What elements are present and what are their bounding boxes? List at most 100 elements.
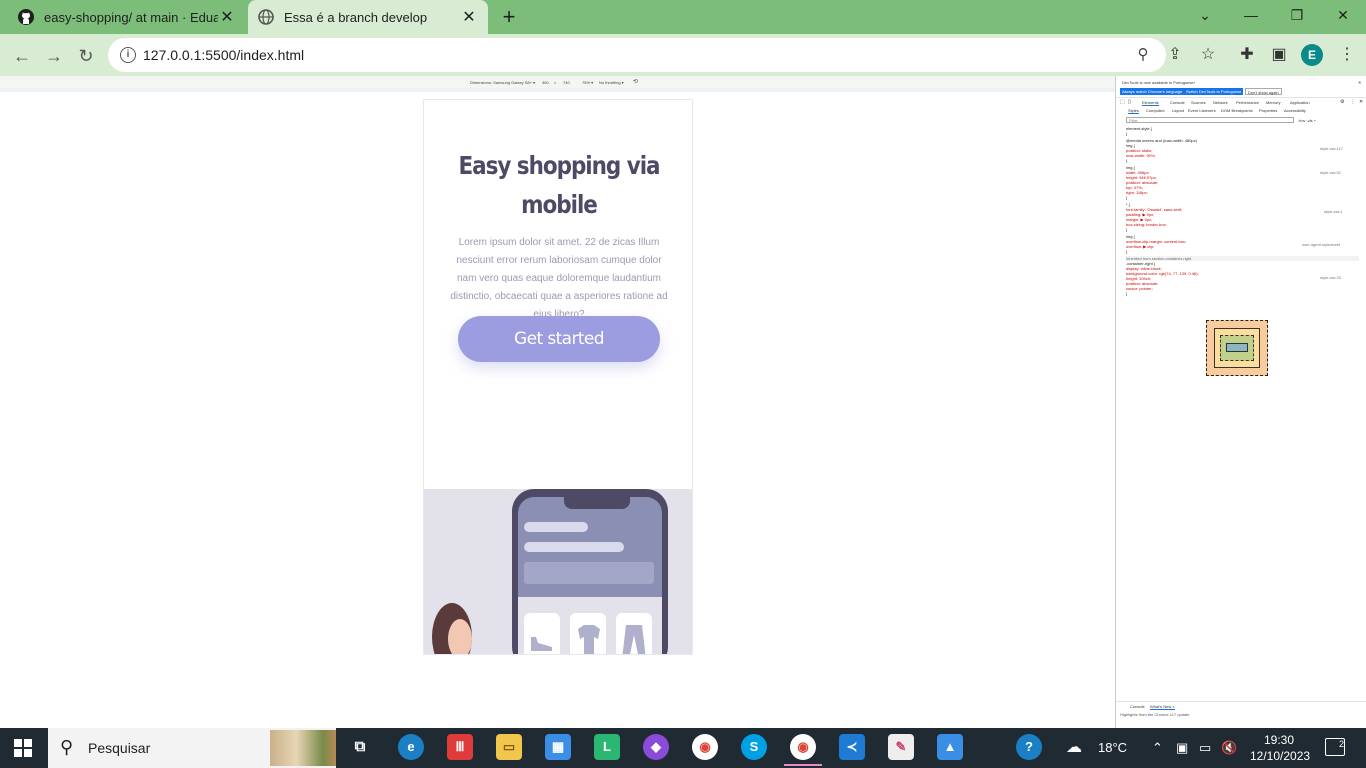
devtools-panel: DevTools is now available in Portuguese!… bbox=[1115, 76, 1366, 728]
tab-application[interactable]: Application bbox=[1290, 100, 1310, 105]
photos-icon[interactable]: ▲ bbox=[937, 734, 963, 760]
tab-sources[interactable]: Sources bbox=[1191, 100, 1206, 105]
device-height[interactable]: 740 bbox=[563, 80, 570, 85]
always-match-language-button[interactable]: Always match Chrome's language bbox=[1120, 88, 1185, 95]
styles-filter-input[interactable]: Filter bbox=[1126, 117, 1294, 123]
menu-kebab-icon[interactable]: ⋮ bbox=[1336, 44, 1358, 66]
tab-network[interactable]: Network bbox=[1213, 100, 1228, 105]
rule-source-link[interactable]: style.css:52 bbox=[1320, 170, 1341, 175]
share-icon[interactable]: ⇪ bbox=[1164, 44, 1186, 66]
styles-filter-tools[interactable]: :hov .cls + bbox=[1298, 118, 1316, 123]
task-view-icon[interactable]: ⧉ bbox=[347, 734, 373, 760]
tab-elements[interactable]: Elements bbox=[1142, 100, 1159, 106]
tray-chevron-icon[interactable]: ⌃ bbox=[1152, 740, 1163, 756]
get-started-button[interactable]: Get started bbox=[458, 316, 660, 362]
weather-cloud-icon[interactable]: ☁ bbox=[1066, 737, 1082, 757]
rotate-icon[interactable]: ⟲ bbox=[633, 78, 638, 85]
battery-icon[interactable]: ▭ bbox=[1199, 740, 1211, 756]
edge-icon[interactable]: e bbox=[398, 734, 424, 760]
style-rule-line[interactable]: } bbox=[1126, 131, 1127, 136]
file-explorer-icon[interactable]: ▭ bbox=[496, 734, 522, 760]
reload-icon[interactable]: ↻ bbox=[73, 43, 99, 69]
style-rule-line[interactable]: Inherited from section.container-right bbox=[1126, 256, 1359, 261]
rule-source-link[interactable]: style.css:117 bbox=[1320, 146, 1343, 151]
vscode-icon[interactable]: ≺ bbox=[839, 734, 865, 760]
devtools-close-icon[interactable]: ✕ bbox=[1359, 99, 1363, 105]
taskbar-search-box[interactable]: ⚲ Pesquisar bbox=[48, 728, 336, 768]
tab-memory[interactable]: Memory bbox=[1266, 100, 1280, 105]
chrome-icon[interactable]: ◉ bbox=[692, 734, 718, 760]
window-close-icon[interactable]: ✕ bbox=[1320, 0, 1366, 30]
tab-console[interactable]: Console bbox=[1170, 100, 1185, 105]
site-info-icon[interactable]: i bbox=[120, 47, 136, 63]
volume-muted-icon[interactable]: 🔇 bbox=[1221, 740, 1237, 756]
subtab-event-listeners[interactable]: Event Listeners bbox=[1188, 108, 1216, 113]
search-icon: ⚲ bbox=[60, 737, 74, 757]
extensions-icon[interactable]: ✚ bbox=[1236, 44, 1258, 66]
help-icon[interactable]: ? bbox=[1016, 734, 1042, 760]
style-rule-line[interactable]: } bbox=[1126, 227, 1127, 232]
subtab-styles[interactable]: Styles bbox=[1128, 108, 1139, 114]
style-rule-line[interactable]: right: 118px; bbox=[1126, 190, 1148, 195]
chrome-profile-icon[interactable]: ◉ bbox=[784, 734, 822, 766]
url-text[interactable]: 127.0.0.1:5500/index.html bbox=[143, 47, 304, 63]
style-rule-line[interactable]: overflow: ▶ clip; bbox=[1126, 244, 1154, 249]
subtab-properties[interactable]: Properties bbox=[1259, 108, 1277, 113]
style-rule-line[interactable]: @media screen and (max-width: 480px) bbox=[1126, 138, 1197, 143]
windows-start-icon[interactable] bbox=[14, 739, 32, 757]
restore-icon[interactable]: ❐ bbox=[1274, 0, 1320, 30]
address-bar[interactable]: i 127.0.0.1:5500/index.html ⚲ bbox=[108, 38, 1166, 72]
taskbar-clock[interactable]: 19:30 12/10/2023 bbox=[1250, 732, 1310, 764]
style-rule-line[interactable]: box-sizing: border-box; bbox=[1126, 222, 1167, 227]
app-red-icon[interactable]: Ⅲ bbox=[447, 734, 473, 760]
close-icon[interactable]: ✕ bbox=[460, 7, 478, 27]
drawer-tab-whats-new[interactable]: What's New × bbox=[1150, 704, 1175, 710]
close-icon[interactable]: ✕ bbox=[218, 7, 236, 27]
notifications-icon[interactable]: 2 bbox=[1325, 738, 1345, 756]
tab-search-chevron-icon[interactable]: ⌄ bbox=[1182, 0, 1228, 30]
style-rule-line[interactable]: } bbox=[1126, 158, 1127, 163]
paint-icon[interactable]: ✎ bbox=[888, 734, 914, 760]
style-rule-line[interactable]: element.style { bbox=[1126, 126, 1152, 131]
style-rule-line[interactable]: } bbox=[1126, 291, 1127, 296]
banner-close-icon[interactable]: ✕ bbox=[1358, 80, 1361, 85]
weather-temperature[interactable]: 18°C bbox=[1098, 740, 1127, 755]
dont-show-again-button[interactable]: Don't show again bbox=[1245, 88, 1282, 95]
side-panel-icon[interactable]: ▣ bbox=[1268, 44, 1290, 66]
device-width[interactable]: 360 bbox=[542, 80, 549, 85]
app-l-icon[interactable]: L bbox=[594, 734, 620, 760]
minimize-icon[interactable]: — bbox=[1228, 0, 1274, 30]
camera-icon[interactable]: ▣ bbox=[1176, 740, 1188, 756]
style-rule-line[interactable]: cursor: pointer; bbox=[1126, 286, 1153, 291]
drawer-tab-console[interactable]: Console bbox=[1130, 704, 1145, 709]
rule-source-link[interactable]: style.css:1 bbox=[1324, 209, 1343, 214]
style-rule-line[interactable]: } bbox=[1126, 195, 1127, 200]
store-icon[interactable]: ▦ bbox=[545, 734, 571, 760]
subtab-layout[interactable]: Layout bbox=[1172, 108, 1184, 113]
tab-develop[interactable]: Essa é a branch develop ✕ bbox=[248, 0, 488, 34]
zoom-icon[interactable]: ⚲ bbox=[1133, 45, 1153, 65]
style-rule-line[interactable]: } bbox=[1126, 249, 1127, 254]
profile-avatar[interactable]: E bbox=[1301, 44, 1323, 66]
app-drop-icon[interactable]: ◆ bbox=[643, 734, 669, 760]
rule-source-link[interactable]: style.css:23 bbox=[1320, 275, 1341, 280]
settings-gear-icon[interactable]: ⚙ bbox=[1340, 99, 1344, 105]
style-rule-line[interactable]: max-width: 90%; bbox=[1126, 153, 1156, 158]
zoom-select[interactable]: 75% ▾ bbox=[582, 80, 593, 85]
inspect-icon[interactable]: ⬚ bbox=[1120, 99, 1125, 105]
forward-icon[interactable]: → bbox=[41, 43, 67, 69]
skype-icon[interactable]: S bbox=[741, 734, 767, 760]
bookmark-star-icon[interactable]: ☆ bbox=[1197, 44, 1219, 66]
device-select[interactable]: Dimensions: Samsung Galaxy S8+ ▾ bbox=[470, 80, 535, 85]
switch-to-portuguese-button[interactable]: Switch DevTools to Portuguese bbox=[1184, 88, 1244, 95]
subtab-accessibility[interactable]: Accessibility bbox=[1284, 108, 1306, 113]
back-icon[interactable]: ← bbox=[9, 43, 35, 69]
device-toggle-icon[interactable]: ▯ bbox=[1128, 99, 1131, 105]
subtab-dom-breakpoints[interactable]: DOM Breakpoints bbox=[1221, 108, 1253, 113]
devtools-menu-icon[interactable]: ⋮ bbox=[1350, 99, 1355, 105]
tab-performance[interactable]: Performance bbox=[1236, 100, 1259, 105]
throttling-select[interactable]: No throttling ▾ bbox=[599, 80, 624, 85]
subtab-computed[interactable]: Computed bbox=[1146, 108, 1164, 113]
new-tab-button[interactable]: + bbox=[496, 4, 522, 30]
tab-github[interactable]: easy-shopping/ at main · Eduard ✕ bbox=[8, 0, 246, 34]
